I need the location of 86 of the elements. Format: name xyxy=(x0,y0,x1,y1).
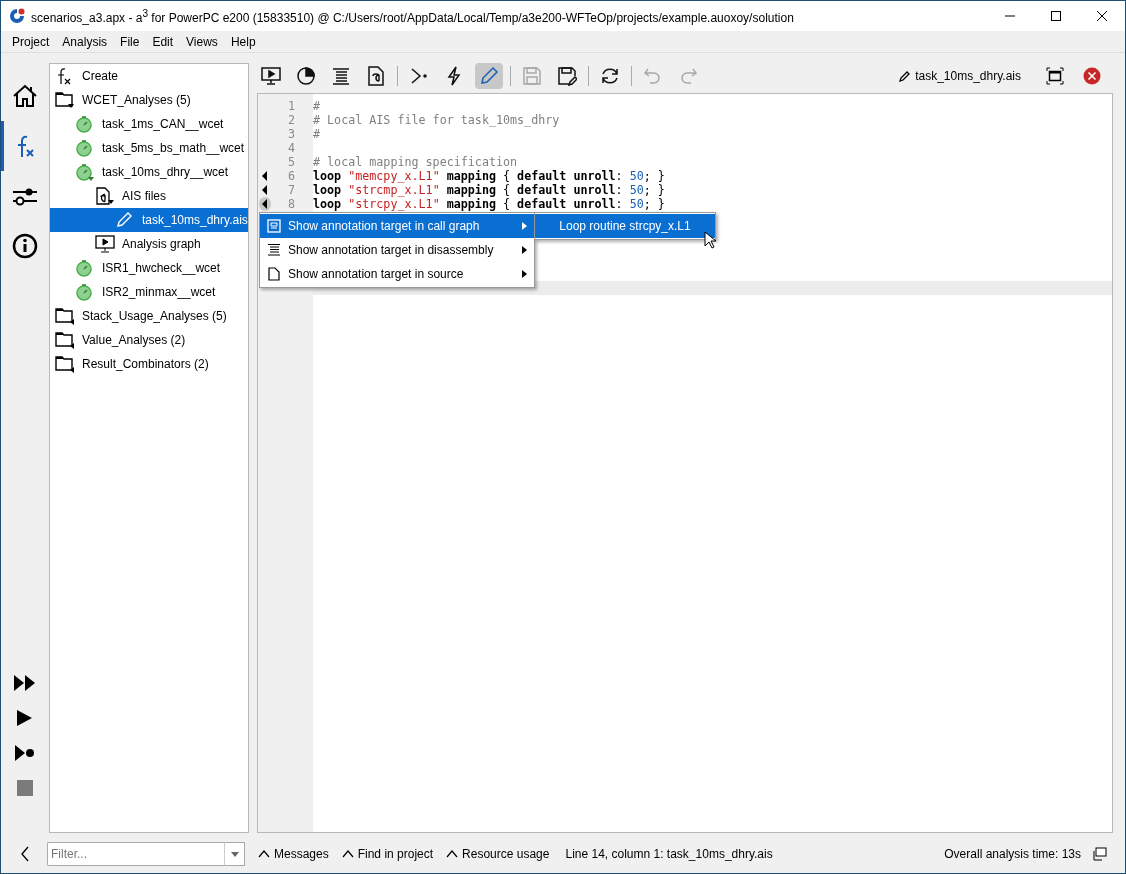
context-menu-item[interactable]: Show annotation target in disassembly xyxy=(260,238,534,262)
doc-icon xyxy=(366,66,386,86)
caret-up-icon xyxy=(341,850,354,858)
lines-icon xyxy=(331,66,351,86)
prompt-icon xyxy=(409,66,429,86)
menu-item[interactable]: File xyxy=(120,34,140,49)
caret-up-icon xyxy=(446,850,459,858)
timer-icon xyxy=(75,259,95,277)
fx-icon xyxy=(55,67,73,85)
code-line: loop "strcmp_x.L1" mapping { default unroll: 50; } xyxy=(313,183,665,197)
submenu-item[interactable]: Loop routine strcpy_x.L1 xyxy=(535,214,715,238)
line-number: 8 xyxy=(286,197,295,211)
run-step-icon[interactable] xyxy=(14,744,36,762)
save-icon xyxy=(522,66,542,86)
maximize-icon[interactable] xyxy=(1050,10,1062,22)
code-line: loop "memcpy_x.L1" mapping { default unroll: 50; } xyxy=(313,169,665,183)
close-icon[interactable] xyxy=(1096,10,1108,22)
panel-toggle[interactable]: Messages xyxy=(258,847,329,861)
code-line: # xyxy=(313,99,321,113)
context-menu-item[interactable]: Show annotation target in call graph xyxy=(260,214,534,238)
line-number: 7 xyxy=(286,183,295,197)
window-title: scenarios_a3.apx - a$^{3}$ for PowerPC e200 (15833510) @ C:/Users/root/AppData/Local/Temp/a3e200-WFTeOp/projects/example.auoxoy/solution xyxy=(31,7,794,25)
computer-icon xyxy=(1093,847,1107,861)
pencil-icon xyxy=(479,66,499,86)
code-line: # xyxy=(313,127,321,141)
line-number: 5 xyxy=(286,155,295,169)
undo-icon xyxy=(643,66,663,86)
tree-item[interactable]: Result_Combinators (2) xyxy=(50,352,248,376)
code-editor[interactable] xyxy=(257,93,1113,833)
pie-icon xyxy=(296,66,316,86)
menu-item[interactable]: Help xyxy=(230,34,256,49)
menu-item[interactable]: Edit xyxy=(152,34,174,49)
submenu-arrow-icon xyxy=(522,222,527,230)
save-as-icon xyxy=(557,66,577,86)
monitor-play-icon xyxy=(95,235,115,253)
panel-toggle[interactable]: Find in project xyxy=(341,847,434,861)
tree-item[interactable]: Analysis graph xyxy=(50,232,248,256)
timer-icon xyxy=(75,283,95,301)
code-line: # local mapping specification xyxy=(313,155,518,169)
tree-item[interactable]: Stack_Usage_Analyses (5) xyxy=(50,304,248,328)
text-lines-icon xyxy=(267,243,281,257)
tree-item[interactable]: ISR2_minmax__wcet xyxy=(50,280,248,304)
pencil-icon xyxy=(115,211,133,229)
pencil-button[interactable] xyxy=(475,63,503,89)
redo-icon xyxy=(678,66,698,86)
tree-item[interactable]: AIS files xyxy=(50,184,248,208)
tree-item[interactable]: Create xyxy=(50,64,248,88)
code-line: # Local AIS file for task_10ms_dhry xyxy=(313,113,560,127)
menu-item[interactable]: Project xyxy=(12,34,50,49)
panel-toggle[interactable]: Resource usage xyxy=(446,847,550,861)
pencil-icon xyxy=(899,70,912,82)
editor-file-tab[interactable]: task_10ms_dhry.ais xyxy=(899,69,1021,83)
filter-field[interactable]: Filter... xyxy=(47,842,224,866)
run-all-icon[interactable] xyxy=(14,674,36,692)
caret-down-icon xyxy=(230,851,239,857)
caret-up-icon xyxy=(258,850,270,858)
tree-item[interactable]: task_10ms_dhry.ais xyxy=(50,208,248,232)
tree-item[interactable]: task_5ms_bs_math__wcet xyxy=(50,136,248,160)
line-number: 4 xyxy=(286,141,295,155)
menu-item[interactable]: Analysis xyxy=(62,34,108,49)
context-menu-item[interactable]: Show annotation target in source xyxy=(260,262,534,286)
timer-icon xyxy=(75,115,95,133)
tree-item[interactable]: ISR1_hwcheck__wcet xyxy=(50,256,248,280)
tree-item[interactable]: WCET_Analyses (5) xyxy=(50,88,248,112)
tree-item[interactable]: task_1ms_CAN__wcet xyxy=(50,112,248,136)
graph-icon xyxy=(261,66,281,86)
document-icon xyxy=(267,267,281,281)
line-number: 3 xyxy=(286,127,295,141)
refresh-icon xyxy=(600,66,620,86)
cursor-position: Line 14, column 1: task_10ms_dhry.ais xyxy=(565,847,773,861)
dropdown-button[interactable] xyxy=(224,842,245,866)
code-line: loop "strcpy_x.L1" mapping { default unroll: 50; } xyxy=(313,197,665,211)
submenu-arrow-icon xyxy=(522,270,527,278)
line-number: 2 xyxy=(286,113,295,127)
submenu-arrow-icon xyxy=(522,246,527,254)
line-number: 6 xyxy=(286,169,295,183)
app-logo-icon xyxy=(9,8,25,24)
tree-item[interactable]: Value_Analyses (2) xyxy=(50,328,248,352)
menu-item[interactable]: Views xyxy=(186,34,218,49)
chevron-left-icon[interactable] xyxy=(20,846,30,862)
mouse-pointer-icon xyxy=(704,231,716,249)
timer-icon xyxy=(75,139,95,157)
analysis-time: Overall analysis time: 13s xyxy=(944,847,1081,861)
maximize-icon[interactable] xyxy=(1046,67,1064,85)
line-number: 1 xyxy=(286,99,295,113)
tree-item[interactable]: task_10ms_dhry__wcet xyxy=(50,160,248,184)
